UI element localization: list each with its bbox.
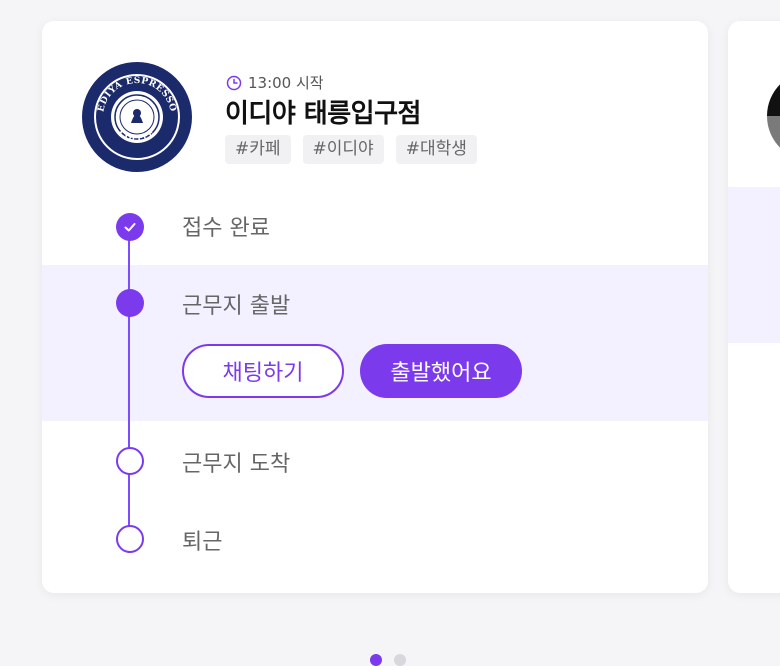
tag-list: #카페 #이디야 #대학생	[225, 135, 477, 164]
step-label-received: 접수 완료	[182, 216, 270, 241]
current-step-highlight	[728, 187, 780, 343]
step-label-arrive: 근무지 도착	[182, 452, 291, 477]
pager-dot[interactable]	[394, 654, 406, 666]
departed-button[interactable]: 출발했어요	[360, 344, 522, 398]
current-step-highlight	[42, 265, 708, 421]
step-todo-marker	[116, 525, 144, 553]
screen: EDIYA ESPRESSO COFFEE 13:00 시작 이디야 태릉입구점…	[0, 0, 780, 666]
start-time-row: 13:00 시작	[226, 72, 324, 93]
pager-dot-active[interactable]	[370, 654, 382, 666]
store-logo	[767, 71, 780, 161]
next-shift-card[interactable]	[728, 21, 780, 593]
step-label-leave: 퇴근	[182, 530, 223, 555]
carousel-pager	[370, 654, 406, 666]
step-todo-marker	[116, 447, 144, 475]
store-logo: EDIYA ESPRESSO COFFEE	[82, 62, 192, 172]
shift-card: EDIYA ESPRESSO COFFEE 13:00 시작 이디야 태릉입구점…	[42, 21, 708, 593]
store-name: 이디야 태릉입구점	[225, 99, 421, 129]
tag: #이디야	[302, 135, 384, 164]
tag: #카페	[225, 135, 291, 164]
ediya-logo-icon: EDIYA ESPRESSO COFFEE	[94, 74, 180, 160]
clock-icon	[226, 75, 242, 90]
chat-button[interactable]: 채팅하기	[182, 344, 344, 398]
step-done-marker	[116, 213, 144, 241]
timeline-line	[128, 226, 130, 539]
step-current-marker	[116, 289, 144, 317]
check-icon	[124, 223, 136, 232]
tag: #대학생	[395, 135, 477, 164]
start-time: 13:00 시작	[248, 74, 324, 92]
step-label-depart: 근무지 출발	[182, 294, 291, 319]
